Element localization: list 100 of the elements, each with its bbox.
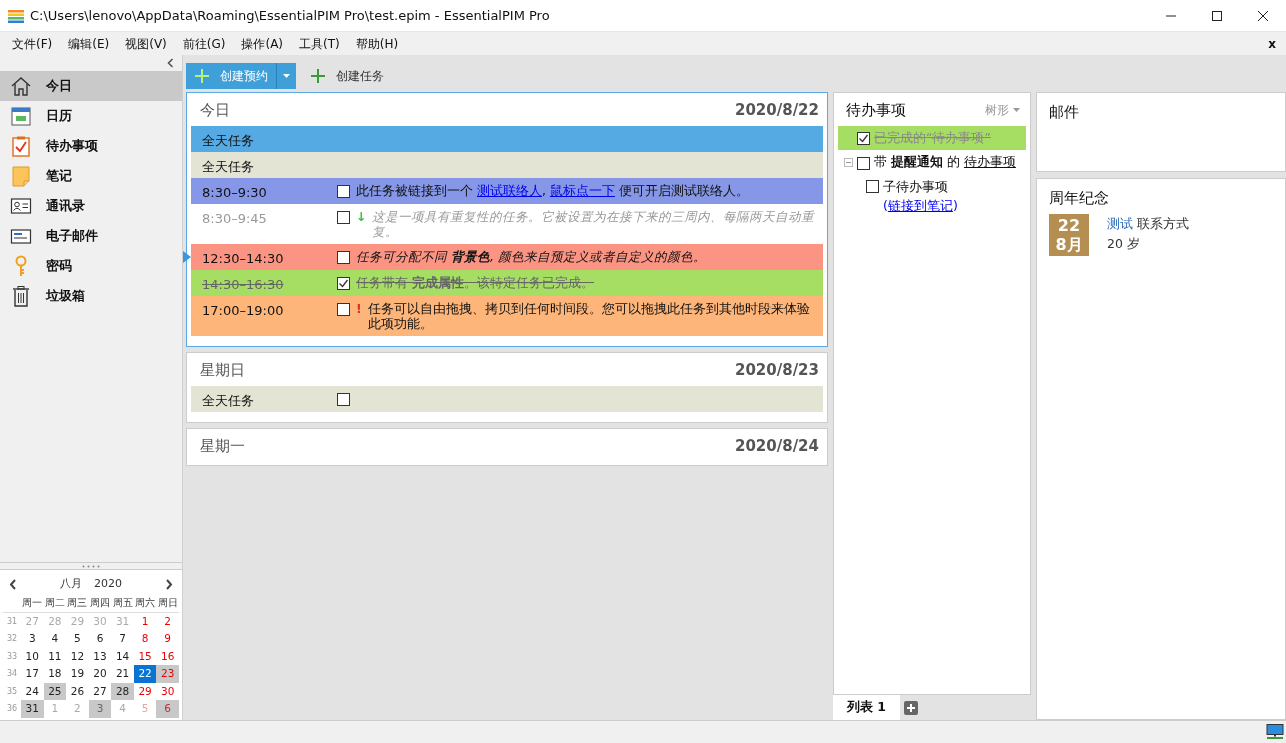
calendar-day[interactable]: 17 (21, 665, 44, 683)
task-text: 任务可分配不同 背景色, 颜色来自预定义或者自定义的颜色。 (356, 248, 706, 265)
week-number: 35 (5, 685, 19, 698)
agenda-row[interactable]: 12:30–14:30 任务可分配不同 背景色, 颜色来自预定义或者自定义的颜色。 (191, 243, 823, 270)
calendar-day[interactable]: 13 (88, 647, 112, 665)
calendar-day[interactable]: 14 (111, 647, 134, 665)
calendar-day[interactable]: 22 (133, 665, 157, 683)
sidebar-item[interactable]: 待办事项 (0, 131, 182, 161)
todo-item[interactable]: 带 提醒通知 的 待办事项 (838, 150, 1026, 175)
sidebar-item[interactable]: 通讯录 (0, 191, 182, 221)
calendar-day[interactable]: 4 (43, 630, 67, 648)
calendar-day[interactable]: 26 (66, 682, 89, 700)
menu-item[interactable]: 编辑(E) (60, 34, 118, 53)
sidebar-item[interactable]: 今日 (0, 71, 182, 101)
checkbox[interactable] (337, 276, 350, 290)
checkbox[interactable] (337, 392, 350, 406)
calendar-day[interactable]: 8 (133, 630, 157, 648)
text-link[interactable]: 链接到笔记 (887, 197, 953, 213)
day-title: 今日 (200, 100, 230, 121)
agenda-row[interactable]: 17:00–19:00 ! 任务可以自由拖拽、拷贝到任何时间段。您可以拖拽此任务到其他时段来体验此项功能。 (191, 295, 823, 336)
panel-title: 待办事项 (846, 100, 906, 121)
menu-item[interactable]: 前往(G) (174, 34, 234, 53)
calendar-day[interactable]: 6 (88, 630, 112, 648)
week-number: 31 (5, 615, 19, 628)
calendar-day[interactable]: 5 (66, 630, 89, 648)
weekday-label: 周三 (66, 594, 89, 613)
checkbox[interactable] (337, 250, 350, 264)
calendar-day[interactable]: 25 (43, 682, 67, 700)
sidebar-item[interactable]: 垃圾箱 (0, 281, 182, 311)
year-label[interactable]: 2020 (94, 575, 122, 593)
sidebar-item[interactable]: 笔记 (0, 161, 182, 191)
agenda-row[interactable]: 8:30–9:30 此任务被链接到一个 测试联络人, 鼠标点一下 便可开启测试联络人。 (191, 177, 823, 204)
todo-item[interactable]: 子待办事项 (链接到笔记) (838, 175, 1026, 219)
calendar-day[interactable]: 31 (21, 700, 44, 718)
maximize-icon[interactable] (1211, 9, 1223, 22)
menu-item[interactable]: 帮助(H) (347, 34, 407, 53)
agenda-row[interactable]: 全天任务 (191, 151, 823, 178)
menu-item[interactable]: 操作(A) (233, 34, 292, 53)
add-tab-icon[interactable] (904, 700, 919, 715)
calendar-day[interactable]: 7 (111, 630, 134, 648)
collapse-toggle-icon[interactable] (844, 158, 853, 168)
previous-month-icon[interactable] (9, 578, 17, 590)
menu-item[interactable]: 视图(V) (117, 34, 175, 53)
caret-icon (283, 73, 290, 78)
calendar-day[interactable]: 9 (156, 630, 179, 648)
agenda-row[interactable]: 全天任务 (191, 125, 823, 152)
calendar-day[interactable]: 20 (88, 665, 112, 683)
splitter-handle-icon[interactable] (82, 564, 100, 568)
calendar-day[interactable]: 30 (156, 682, 179, 700)
day-card[interactable]: 星期日 2020/8/23 全天任务 (186, 352, 828, 423)
calendar-day[interactable]: 27 (88, 682, 112, 700)
plus-icon (194, 67, 210, 84)
menu-item[interactable]: 文件(F) (4, 34, 61, 53)
calendar-day[interactable]: 28 (111, 682, 134, 700)
agenda-row[interactable]: 全天任务 (191, 385, 823, 412)
priority-marker: ! (356, 300, 362, 317)
weekday-label: 周四 (88, 594, 112, 613)
week-number: 32 (5, 633, 19, 645)
calendar-day[interactable]: 12 (66, 647, 89, 665)
sidebar-item[interactable]: 电子邮件 (0, 221, 182, 251)
menu-item[interactable]: 工具(T) (291, 34, 348, 53)
calendar-day[interactable]: 2 (156, 612, 179, 630)
day-card[interactable]: 星期一 2020/8/24 (186, 427, 828, 466)
sidebar-item[interactable]: 密码 (0, 251, 182, 281)
weekday-label: 周日 (156, 594, 179, 613)
collapse-icon[interactable] (167, 58, 174, 68)
calendar-day[interactable]: 10 (21, 647, 44, 665)
weekday-label: 周五 (111, 594, 134, 613)
checkbox[interactable] (337, 210, 350, 224)
agenda-row[interactable]: 14:30–16:30 任务带有 完成属性。该特定任务已完成。 (191, 269, 823, 296)
calendar-day[interactable]: 19 (66, 665, 89, 683)
calendar-day[interactable]: 24 (21, 682, 44, 700)
checkbox[interactable] (337, 184, 350, 198)
calendar-day[interactable]: 11 (43, 647, 67, 665)
list-tab[interactable]: 列表 1 (833, 695, 901, 720)
time-label: 17:00–19:00 (201, 301, 285, 320)
task-text: 这是一项具有重复性的任务。它被设置为在接下来的三周内、每隔两天自动重复。 (372, 208, 816, 240)
sidebar-item[interactable]: 日历 (0, 101, 182, 131)
calendar-day[interactable]: 15 (133, 647, 157, 665)
contact-name[interactable]: 测试 (1107, 215, 1133, 231)
calendar-day[interactable]: 29 (133, 682, 157, 700)
checkbox[interactable] (857, 132, 870, 146)
calendar-day[interactable]: 18 (43, 665, 67, 683)
app-logo-icon (8, 8, 24, 23)
week-number: 33 (5, 650, 19, 663)
day-card[interactable] (186, 92, 828, 347)
checkbox[interactable] (337, 302, 350, 316)
new-task-button[interactable]: 创建任务 (306, 62, 388, 89)
network-monitor-icon[interactable] (1266, 724, 1284, 740)
next-month-icon[interactable] (165, 578, 173, 590)
calendar-day[interactable]: 1 (133, 612, 157, 630)
close-icon[interactable] (1257, 9, 1269, 22)
close-document-button[interactable]: x (1262, 34, 1282, 53)
checkbox[interactable] (866, 180, 879, 193)
month-label[interactable]: 八月 (60, 575, 82, 593)
time-label: 12:30–14:30 (201, 249, 285, 268)
calendar-day[interactable]: 3 (21, 630, 44, 648)
calendar-day[interactable]: 21 (111, 665, 134, 683)
calendar-day[interactable]: 16 (156, 647, 179, 665)
checkbox[interactable] (857, 157, 870, 171)
